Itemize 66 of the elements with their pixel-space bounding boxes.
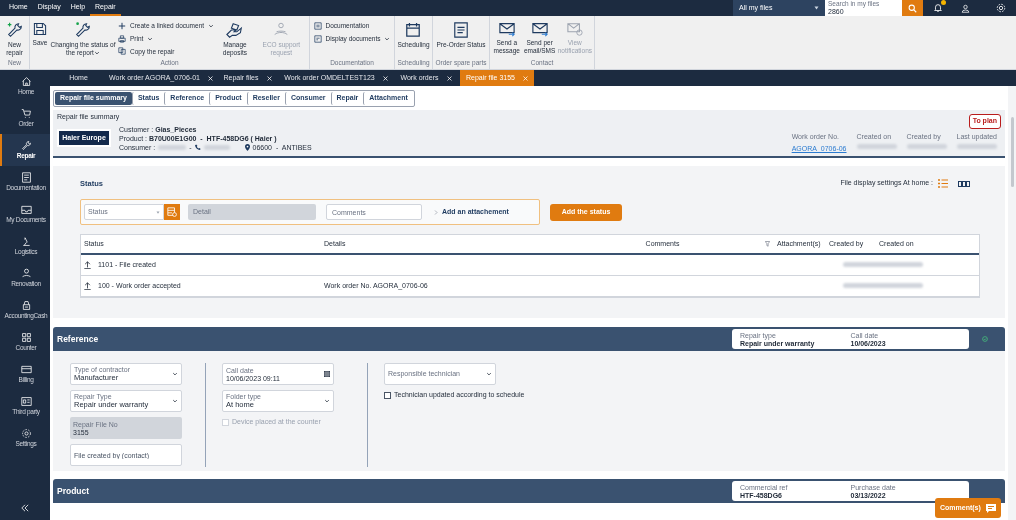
blurred-text bbox=[158, 144, 187, 150]
checkbox[interactable] bbox=[384, 391, 391, 399]
bell-icon bbox=[933, 3, 943, 13]
document-icon bbox=[313, 21, 322, 30]
notifications-button[interactable] bbox=[933, 3, 943, 13]
grid-icon bbox=[20, 332, 32, 344]
user-icon[interactable] bbox=[961, 3, 970, 13]
close-icon[interactable] bbox=[207, 75, 213, 81]
hand-icon bbox=[224, 21, 245, 39]
caret-icon bbox=[156, 210, 160, 214]
blurred-text bbox=[203, 144, 230, 150]
search-button[interactable] bbox=[902, 0, 923, 16]
search-icon bbox=[908, 3, 917, 13]
caret-icon bbox=[93, 50, 100, 57]
card-icon bbox=[20, 364, 32, 376]
section-title: Product bbox=[57, 484, 90, 498]
status-picker-button[interactable] bbox=[164, 204, 180, 221]
close-icon[interactable] bbox=[382, 75, 388, 81]
calendar-icon bbox=[405, 21, 422, 39]
caret-icon bbox=[814, 6, 819, 10]
settings-icon bbox=[20, 428, 32, 440]
cart-icon bbox=[20, 108, 32, 120]
list-check-icon bbox=[167, 207, 177, 218]
save-icon bbox=[32, 21, 48, 37]
location-pin-icon bbox=[244, 143, 250, 151]
list-view-icon[interactable] bbox=[938, 179, 948, 189]
caret-icon bbox=[324, 398, 330, 404]
calendar-icon[interactable] bbox=[324, 371, 330, 377]
copy-icon bbox=[118, 47, 126, 56]
card-view-icon[interactable] bbox=[958, 180, 970, 187]
caret-icon bbox=[172, 371, 178, 377]
scrollbar[interactable] bbox=[1008, 86, 1016, 520]
blurred-text bbox=[856, 144, 897, 149]
section-title: Reference bbox=[57, 332, 99, 346]
upload-arrow-icon bbox=[84, 282, 91, 291]
close-icon[interactable] bbox=[266, 75, 272, 81]
wrench-icon bbox=[20, 140, 32, 152]
caret-icon bbox=[208, 22, 215, 29]
home-icon bbox=[20, 76, 32, 88]
caret-icon bbox=[384, 35, 391, 42]
envelope-icon bbox=[497, 21, 516, 37]
double-chevron-icon bbox=[21, 504, 29, 512]
phone-icon bbox=[194, 144, 201, 150]
printer-icon bbox=[118, 34, 126, 43]
plus-icon bbox=[118, 21, 126, 30]
settings-icon[interactable] bbox=[996, 3, 1006, 13]
document-icon bbox=[20, 172, 32, 184]
check-circle-icon bbox=[982, 336, 988, 342]
blurred-text bbox=[956, 144, 997, 149]
chat-icon bbox=[986, 503, 996, 513]
inbox-icon bbox=[20, 204, 32, 216]
blurred-text bbox=[906, 144, 947, 149]
upload-arrow-icon bbox=[84, 261, 91, 270]
caret-icon bbox=[172, 398, 178, 404]
person-icon bbox=[20, 268, 32, 280]
document-icon bbox=[313, 34, 322, 43]
wrench-icon bbox=[5, 21, 24, 39]
envelope-icon bbox=[530, 21, 549, 37]
id-card-icon bbox=[20, 396, 32, 408]
caret-icon bbox=[486, 371, 492, 377]
envelope-icon bbox=[565, 21, 584, 37]
close-icon[interactable] bbox=[446, 75, 452, 81]
document-icon bbox=[453, 21, 469, 39]
caret-icon bbox=[147, 35, 154, 42]
chevron-right-icon bbox=[434, 209, 438, 215]
wrench-icon bbox=[74, 21, 92, 39]
